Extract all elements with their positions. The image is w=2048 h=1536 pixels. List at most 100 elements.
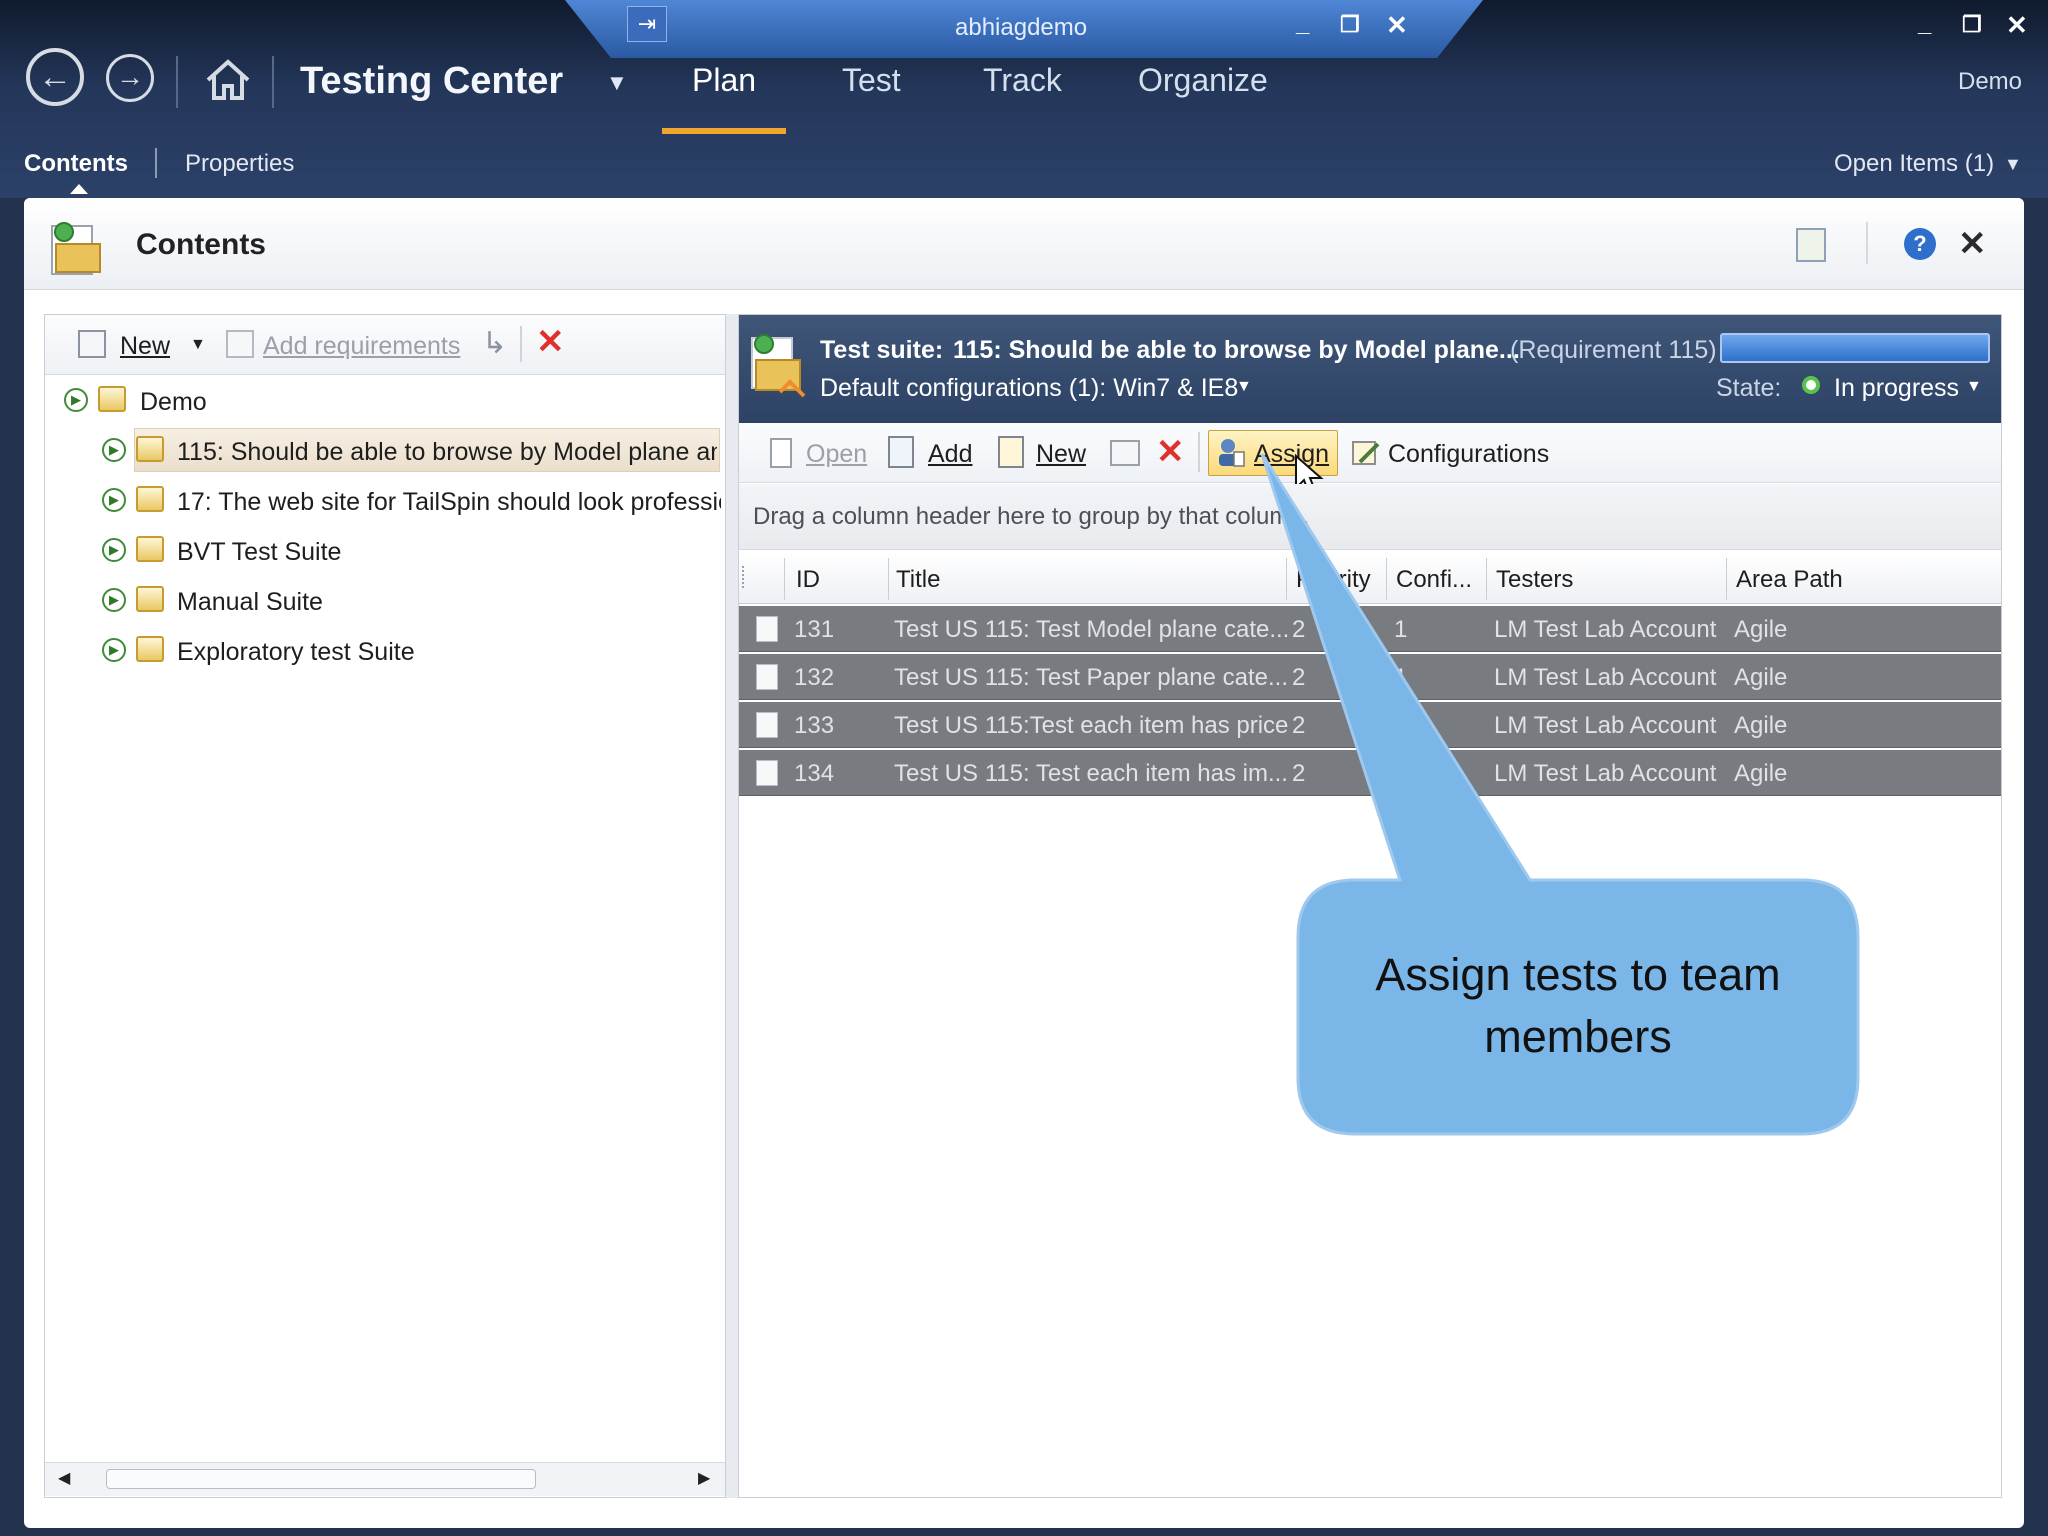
scroll-left-icon[interactable]: ◀ [58,1468,70,1488]
cell-tester: LM Test Lab Account [1494,760,1717,787]
expand-icon[interactable]: ▶ [102,638,126,662]
state-label: State: [1716,374,1782,402]
add-button[interactable]: Add [928,440,972,469]
add-icon [888,436,914,468]
subtab-properties[interactable]: Properties [185,150,294,178]
help-icon[interactable]: ? [1904,228,1936,260]
configs-chevron-down-icon[interactable]: ▼ [1236,378,1252,396]
cell-tester: LM Test Lab Account [1494,712,1717,739]
new-test-button[interactable]: New [1036,440,1086,469]
cell-id: 131 [794,616,835,643]
column-header-priority[interactable]: Priority [1296,566,1371,594]
panel-header [24,198,2024,290]
expand-icon[interactable]: ▶ [64,388,88,412]
export-icon[interactable] [1796,228,1826,262]
test-case-icon [756,616,778,642]
scroll-thumb[interactable] [106,1469,536,1489]
home-icon[interactable] [200,52,256,108]
tab-track[interactable]: Track [983,62,1062,99]
column-header-id[interactable]: ID [796,566,820,594]
state-value[interactable]: In progress [1834,374,1959,403]
tree-item[interactable]: Exploratory test Suite [177,638,415,667]
static-suite-icon [136,536,164,562]
configurations-icon [1350,436,1382,468]
state-chevron-down-icon[interactable]: ▼ [1966,378,1982,396]
app-title: Testing Center [300,60,564,102]
cell-configuration: 1 [1394,712,1408,739]
cell-priority: 2 [1292,664,1306,691]
remote-close-icon[interactable]: ✕ [1386,10,1408,41]
tree-item[interactable]: BVT Test Suite [177,538,341,567]
add-requirements-icon [226,330,254,358]
pane-splitter[interactable] [726,314,738,1498]
close-icon[interactable]: ✕ [2006,10,2028,41]
tab-plan[interactable]: Plan [692,62,756,99]
column-header-title[interactable]: Title [896,566,940,594]
tree-item[interactable]: 115: Should be able to browse by Model p… [177,438,717,467]
remote-restore-icon[interactable]: ❐ [1340,12,1360,38]
suite-folder-icon [98,386,126,412]
link-icon[interactable]: ↳ [482,326,507,361]
new-chevron-down-icon[interactable]: ▼ [190,336,206,354]
pin-icon[interactable]: ⇥ [627,6,667,42]
column-header-testers[interactable]: Testers [1496,566,1573,594]
column-separator [1386,558,1387,600]
cell-area-path: Agile [1734,760,1788,787]
default-configurations[interactable]: Default configurations (1): Win7 & IE8 [820,374,1238,403]
cell-configuration: 1 [1394,616,1408,643]
subtab-contents[interactable]: Contents [24,150,128,178]
subtab-divider [155,148,157,178]
panel-title: Contents [136,228,266,261]
add-requirements-button[interactable]: Add requirements [263,332,460,361]
group-by-hint: Drag a column header here to group by th… [753,503,1310,530]
expand-icon[interactable]: ▶ [102,588,126,612]
open-button[interactable]: Open [806,440,867,469]
expand-icon[interactable]: ▶ [102,488,126,512]
minimize-icon[interactable]: _ [1918,10,1931,38]
expand-icon[interactable]: ▶ [102,438,126,462]
cell-priority: 2 [1292,616,1306,643]
remove-icon[interactable]: ✕ [1156,432,1185,472]
column-header-area-path[interactable]: Area Path [1736,566,1843,594]
user-name: Demo [1958,68,2023,95]
column-separator [888,558,889,600]
tab-test[interactable]: Test [842,62,901,99]
configurations-button[interactable]: Configurations [1388,440,1549,469]
column-header-configuration[interactable]: Confi... [1396,566,1472,594]
header-divider [1866,222,1868,264]
cell-area-path: Agile [1734,712,1788,739]
open-items-dropdown[interactable]: Open Items (1) [1834,150,1994,178]
assign-icon [1216,436,1246,468]
cell-configuration: 1 [1394,760,1408,787]
open-items-chevron-down-icon[interactable]: ▼ [2004,154,2022,175]
cell-tester: LM Test Lab Account [1494,616,1717,643]
column-grip-icon[interactable] [742,566,748,588]
cell-tester: LM Test Lab Account [1494,664,1717,691]
cell-title: Test US 115: Test Model plane cate... [894,616,1290,643]
forward-icon[interactable]: → [106,54,154,102]
test-case-icon [756,760,778,786]
back-icon[interactable]: ← [26,48,84,106]
restore-icon[interactable]: ❐ [1962,12,1982,38]
expand-icon[interactable]: ▶ [102,538,126,562]
tab-organize[interactable]: Organize [1138,62,1268,99]
scroll-right-icon[interactable]: ▶ [698,1468,710,1488]
callout-text: Assign tests to team members [1375,949,1781,1062]
app-menu-chevron-down-icon[interactable]: ▼ [606,70,628,96]
suite-header [739,315,2001,423]
requirement-suite-icon [136,436,164,462]
suite-requirement: (Requirement 115) [1510,336,1717,364]
tree-item[interactable]: 17: The web site for TailSpin should loo… [177,488,721,517]
new-button[interactable]: New [120,332,170,361]
copy-icon[interactable] [1110,440,1140,466]
remote-minimize-icon[interactable]: _ [1296,10,1309,38]
new-test-icon [998,436,1024,468]
suite-progress-bar [1720,333,1990,363]
static-suite-icon [136,586,164,612]
tree-item-root[interactable]: Demo [140,388,207,417]
delete-icon[interactable]: ✕ [536,322,565,362]
new-suite-icon[interactable] [78,330,106,358]
cell-area-path: Agile [1734,616,1788,643]
tree-item[interactable]: Manual Suite [177,588,323,617]
close-panel-icon[interactable]: ✕ [1958,224,1987,264]
